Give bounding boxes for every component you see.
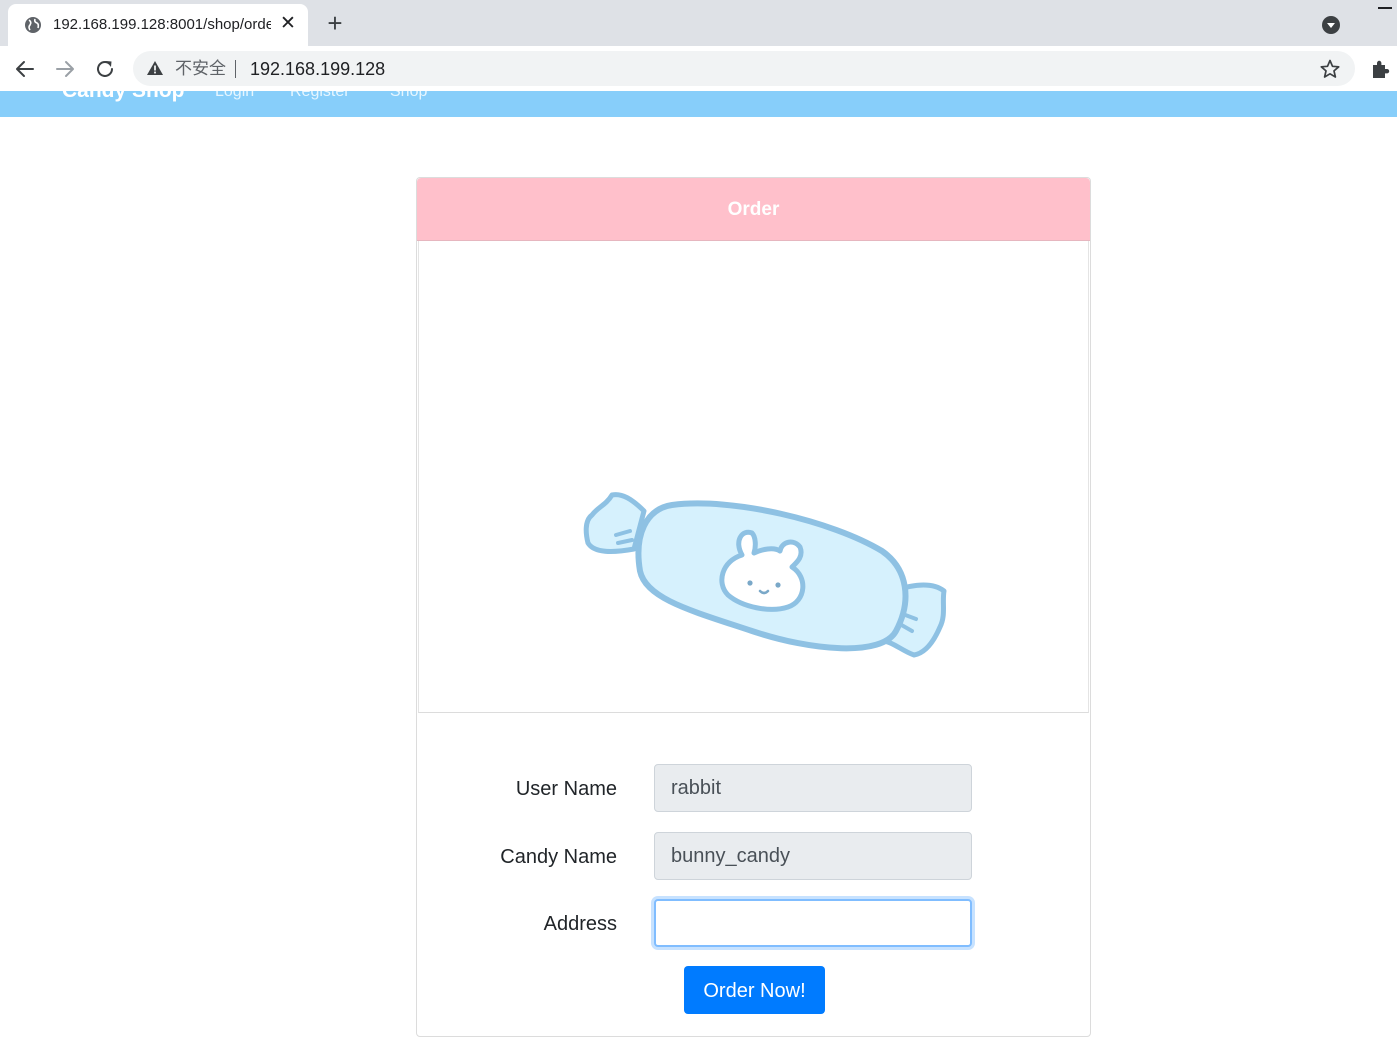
site-navbar: Candy Shop Login Register Shop [0, 91, 1397, 117]
url-text[interactable]: 192.168.199.128 [250, 59, 385, 79]
address-bar[interactable]: 不安全 192.168.199.128 [133, 51, 1355, 86]
address-input[interactable] [654, 899, 972, 947]
globe-icon [25, 17, 41, 33]
nav-link-shop[interactable]: Shop [390, 91, 427, 101]
puzzle-icon[interactable] [1370, 58, 1392, 80]
omnibox-divider [235, 60, 236, 78]
back-icon[interactable] [12, 56, 38, 82]
forward-icon[interactable] [52, 56, 78, 82]
minimize-window-button[interactable] [1378, 7, 1392, 9]
bunny-candy-image [583, 492, 947, 658]
reload-icon[interactable] [92, 56, 118, 82]
order-now-button[interactable]: Order Now! [684, 966, 825, 1014]
candy-name-input[interactable]: bunny_candy [654, 832, 972, 880]
tab-title: 192.168.199.128:8001/shop/order [53, 16, 271, 33]
browser-tab[interactable]: 192.168.199.128:8001/shop/order ✕ [8, 4, 308, 46]
tab-strip: 192.168.199.128:8001/shop/order ✕ + [0, 0, 1397, 46]
close-tab-icon[interactable]: ✕ [278, 14, 298, 34]
order-card: Order User Name rabbit Candy Name bunny_… [416, 177, 1091, 1037]
browser-toolbar: 不安全 192.168.199.128 [0, 46, 1397, 91]
card-title: Order [727, 199, 780, 220]
candy-name-label: Candy Name [500, 846, 617, 868]
warning-icon[interactable] [146, 59, 164, 77]
username-label: User Name [515, 778, 617, 800]
site-brand[interactable]: Candy Shop [62, 91, 185, 103]
tab-search-icon[interactable] [1321, 15, 1341, 35]
candy-image-panel [418, 241, 1089, 713]
new-tab-button[interactable]: + [323, 10, 347, 36]
address-label: Address [543, 913, 617, 935]
security-status[interactable]: 不安全 [175, 59, 226, 79]
bookmark-star-icon[interactable] [1319, 58, 1341, 80]
nav-link-register[interactable]: Register [290, 91, 350, 101]
nav-link-login[interactable]: Login [215, 91, 254, 101]
username-input[interactable]: rabbit [654, 764, 972, 812]
card-header: Order [417, 178, 1090, 241]
